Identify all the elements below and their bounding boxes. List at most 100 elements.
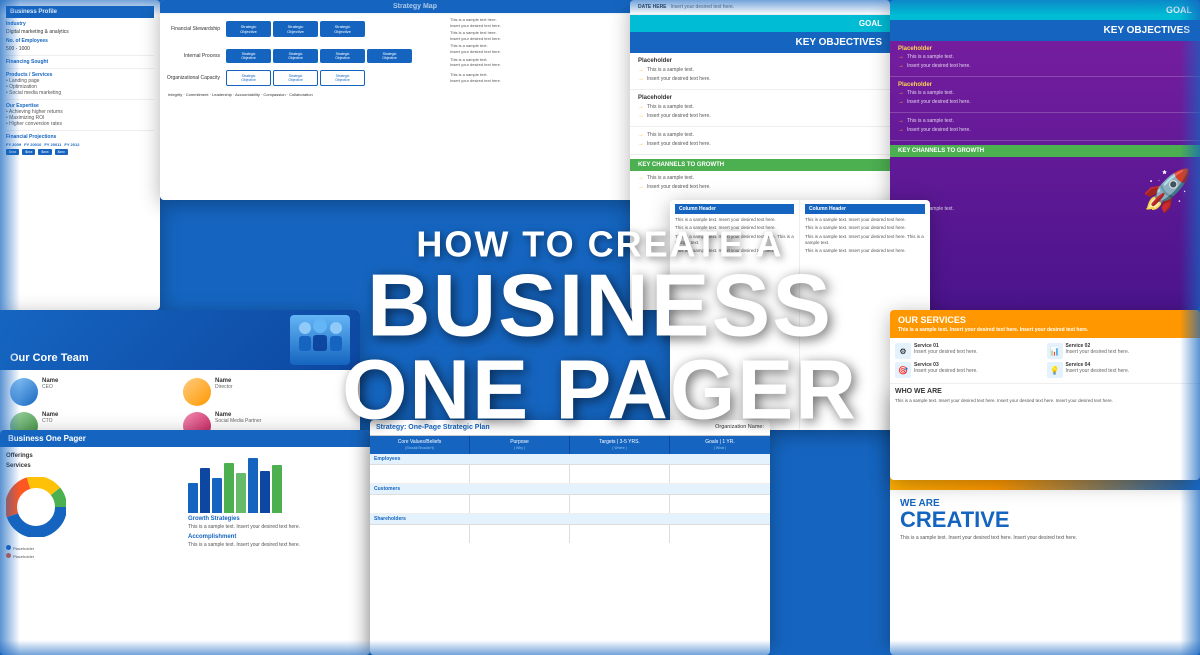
- goal-header-2: GOAL: [890, 0, 1200, 20]
- key-objectives-header-2: KEY OBJECTIVES: [890, 20, 1200, 41]
- services-label: Services: [6, 463, 182, 469]
- col-header-targets: Targets | 3-5 YRS.( Where ): [570, 436, 670, 454]
- headline-line3: ONE PAGER: [320, 347, 880, 431]
- goal-item-6: Insert your desired text here.: [647, 141, 711, 148]
- team-member-1: Name CEO: [10, 378, 177, 406]
- rocket-arrow-1: →: [898, 54, 904, 61]
- card-strategy-map: Strategy Map Financial Stewardship Strat…: [160, 0, 670, 200]
- key-channels-label-2: KEY CHANNELS TO GROWTH: [890, 145, 1200, 157]
- rocket-text-1: This is a sample text.: [907, 54, 954, 61]
- service-text-3: Insert your desired text here.: [914, 368, 978, 375]
- one-pager-header: Business One Pager: [0, 430, 370, 447]
- team-role-4: Social Media Partner: [215, 418, 261, 424]
- strategy-box-8: StrategicObjective: [226, 70, 271, 86]
- services-description: This is a sample text. Insert your desir…: [898, 327, 1192, 333]
- accomplishment-label: Accomplishment: [188, 534, 364, 540]
- strategy-label-3: Organizational Capacity: [164, 75, 224, 81]
- accomplishment-text: This is a sample text. Insert your desir…: [188, 542, 364, 549]
- goal-item-8: Insert your desired text here.: [647, 184, 711, 191]
- goal-item-4: Insert your desired text here.: [647, 113, 711, 120]
- arrow-icon-6: →: [638, 141, 644, 147]
- rocket-text-4: Insert your desired text here.: [907, 99, 971, 106]
- service-item-1: ⚙ Service 01 Insert your desired text he…: [895, 343, 1044, 359]
- service-text-1: Insert your desired text here.: [914, 349, 978, 356]
- placeholder1: Placeholder: [638, 58, 882, 64]
- cell-2-3: [570, 495, 670, 513]
- col-text-5: This is a sample text. Insert your desir…: [805, 217, 925, 223]
- card-rocket-goals: GOAL KEY OBJECTIVES Placeholder → This i…: [890, 0, 1200, 310]
- rocket-placeholder-1: Placeholder: [898, 46, 1192, 52]
- headline-line2: BUSINESS: [320, 264, 880, 348]
- col-header-2: Column Header: [805, 204, 925, 214]
- strategy-box-6: StrategicObjective: [320, 49, 365, 63]
- strategy-label-1: Financial Stewardship: [164, 26, 224, 32]
- arrow-icon-7: →: [638, 175, 644, 181]
- cell-3-1: [370, 525, 470, 543]
- section-employees: Employees: [370, 454, 770, 465]
- industry-value: Digital marketing & analytics: [6, 29, 69, 35]
- arrow-icon-5: →: [638, 132, 644, 138]
- team-role-3: CTO: [42, 418, 58, 424]
- strategy-box-2: StrategicObjective: [273, 21, 318, 37]
- date-value: Insert your desired text here.: [671, 4, 735, 10]
- section-customers: Customers: [370, 484, 770, 495]
- rocket-text-3: This is a sample text.: [907, 90, 954, 97]
- strategy-box-5: StrategicObjective: [273, 49, 318, 63]
- employees-label: No. of Employees: [6, 38, 48, 44]
- legend-2: Placeholder: [13, 554, 34, 559]
- who-we-are-text: This is a sample text. Insert your desir…: [895, 398, 1195, 404]
- rocket-text-5: This is a sample text.: [907, 118, 954, 125]
- cell-1-1: [370, 465, 470, 483]
- rocket-arrow-6: →: [898, 127, 904, 134]
- col-header-goals: Goals | 1 YR.( What ): [670, 436, 770, 454]
- product-3: • Social media marketing: [6, 90, 154, 96]
- strategy-box-9: StrategicObjective: [273, 70, 318, 86]
- rocket-text-6: Insert your desired text here.: [907, 127, 971, 134]
- financing-label: Financing Sought: [6, 59, 154, 65]
- strategy-label-2: Internal Process: [164, 53, 224, 59]
- industry-label: Industry: [6, 21, 46, 27]
- card-strategy-table: Strategy: One-Page Strategic Plan Organi…: [370, 420, 770, 655]
- company-desc: This is a sample text. Insert your desir…: [900, 535, 1190, 542]
- strategy-box-3: StrategicObjective: [320, 21, 365, 37]
- goal-item-5: This is a sample text.: [647, 132, 694, 139]
- cell-1-2: [470, 465, 570, 483]
- card-one-pager: Business One Pager Offerings Services Pl…: [0, 430, 370, 655]
- service-icon-1: ⚙: [895, 343, 911, 359]
- date-label: DATE HERE: [638, 4, 667, 10]
- col-header-values: Core Values/Beliefs(Should/Shouldn't): [370, 436, 470, 454]
- team-avatar-1: [10, 378, 38, 406]
- service-item-3: 🎯 Service 03 Insert your desired text he…: [895, 362, 1044, 378]
- rocket-arrow-2: →: [898, 63, 904, 70]
- rocket-section-1: Placeholder → This is a sample text. → I…: [890, 41, 1200, 77]
- our-services-title: OUR SERVICES: [898, 315, 1192, 325]
- core-team-title: Our Core Team: [10, 352, 89, 364]
- card-services: OUR SERVICES This is a sample text. Inse…: [890, 310, 1200, 480]
- service-text-2: Insert your desired text here.: [1066, 349, 1130, 356]
- arrow-icon-8: →: [638, 184, 644, 190]
- revenue-chart: [188, 453, 364, 513]
- services-header: OUR SERVICES This is a sample text. Inse…: [890, 310, 1200, 338]
- service-text-4: Insert your desired text here.: [1066, 368, 1130, 375]
- strategy-box-7: StrategicObjective: [367, 49, 412, 63]
- strategy-box-4: StrategicObjective: [226, 49, 271, 63]
- strategies-text: This is a sample text. Insert your desir…: [188, 524, 364, 531]
- rocket-placeholder-2: Placeholder: [898, 82, 1192, 88]
- legend-1: Placeholder: [13, 546, 34, 551]
- rocket-icon: 🚀: [1142, 167, 1192, 214]
- team-role-2: Director: [215, 384, 233, 390]
- cell-3-4: [670, 525, 770, 543]
- creative-text: CREATIVE: [900, 509, 1190, 531]
- team-header-bg: Our Core Team: [0, 310, 360, 370]
- pie-chart: [6, 477, 66, 537]
- expertise-3: • Higher conversion rates: [6, 121, 154, 127]
- cell-2-4: [670, 495, 770, 513]
- goal-item-3: This is a sample text.: [647, 104, 694, 111]
- cell-3-3: [570, 525, 670, 543]
- strategy-box-1: StrategicObjective: [226, 21, 271, 37]
- goal-item-2: Insert your desired text here.: [647, 76, 711, 83]
- arrow-icon-3: →: [638, 104, 644, 110]
- rocket-arrow-5: →: [898, 118, 904, 125]
- projections-label: Financial Projections: [6, 134, 154, 140]
- cell-1-4: [670, 465, 770, 483]
